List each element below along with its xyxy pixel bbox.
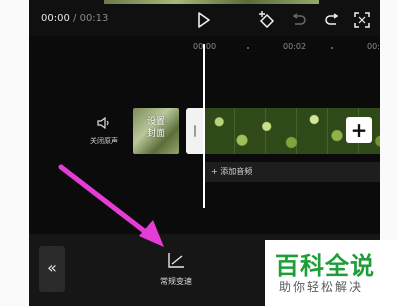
speaker-icon	[97, 116, 109, 130]
mute-label: 关闭原声	[90, 137, 118, 145]
play-icon[interactable]	[197, 12, 211, 28]
total-time: 00:13	[79, 13, 109, 24]
tick-dot	[247, 47, 249, 49]
tick-label: 00:04	[367, 42, 380, 51]
normal-speed-button[interactable]: 常规变速	[153, 252, 199, 287]
time-separator: /	[73, 13, 77, 24]
fullscreen-icon[interactable]	[354, 12, 370, 28]
watermark-logo: 百科全说 助你轻松解决	[265, 240, 397, 306]
tick-dot	[331, 47, 333, 49]
watermark-title: 百科全说	[275, 252, 375, 280]
clip-trim-handle[interactable]	[186, 108, 204, 154]
cover-label-line2: 封面	[146, 129, 165, 139]
undo-icon[interactable]	[291, 12, 307, 28]
add-clip-button[interactable]: +	[346, 117, 372, 143]
keyframe-add-icon[interactable]	[258, 10, 278, 28]
tick-label: 00:02	[283, 42, 307, 51]
video-preview	[104, 0, 319, 4]
current-time: 00:00	[41, 13, 70, 24]
cover-label-line1: 设置	[146, 117, 165, 127]
handle-grip	[194, 125, 196, 137]
mute-original-audio-button[interactable]: 关闭原声	[81, 114, 127, 146]
playback-bar: 00:00 / 00:13	[29, 8, 380, 32]
add-audio-label: + 添加音频	[211, 167, 253, 176]
watermark-subtitle: 助你轻松解决	[279, 280, 364, 294]
add-audio-track[interactable]: + 添加音频	[203, 162, 380, 182]
collapse-toolbar-button[interactable]: «	[39, 246, 65, 292]
playhead[interactable]	[203, 44, 205, 208]
set-cover-button[interactable]: 设置 封面	[133, 108, 179, 154]
redo-icon[interactable]	[324, 12, 340, 28]
speed-label: 常规变速	[160, 277, 192, 286]
timecode: 00:00 / 00:13	[41, 13, 108, 24]
speed-curve-icon	[168, 253, 184, 268]
cover-label: 设置 封面	[133, 116, 179, 140]
